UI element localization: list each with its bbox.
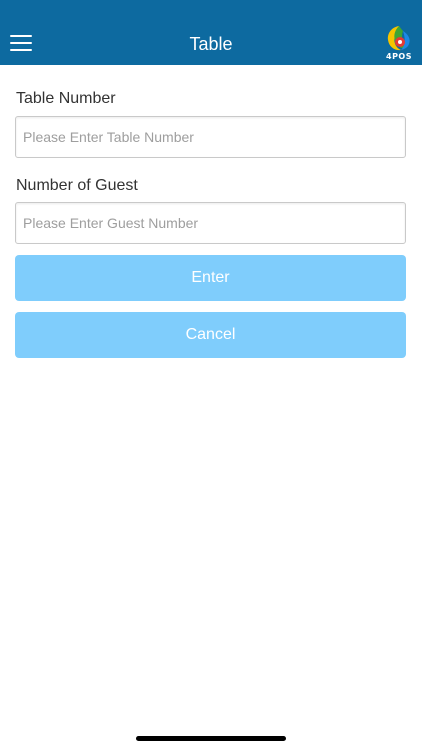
guest-number-input[interactable] (15, 202, 406, 244)
app-header: Table 4POS (0, 0, 422, 65)
table-number-label: Table Number (16, 90, 116, 107)
enter-button[interactable]: Enter (15, 255, 406, 301)
cancel-button[interactable]: Cancel (15, 312, 406, 358)
page-title: Table (189, 34, 233, 54)
home-indicator[interactable] (136, 736, 286, 741)
guest-number-label: Number of Guest (16, 177, 138, 194)
4pos-logo-icon (387, 26, 410, 51)
4pos-logo: 4POS (382, 25, 416, 61)
table-number-input[interactable] (15, 116, 406, 158)
logo-text: 4POS (386, 52, 412, 61)
